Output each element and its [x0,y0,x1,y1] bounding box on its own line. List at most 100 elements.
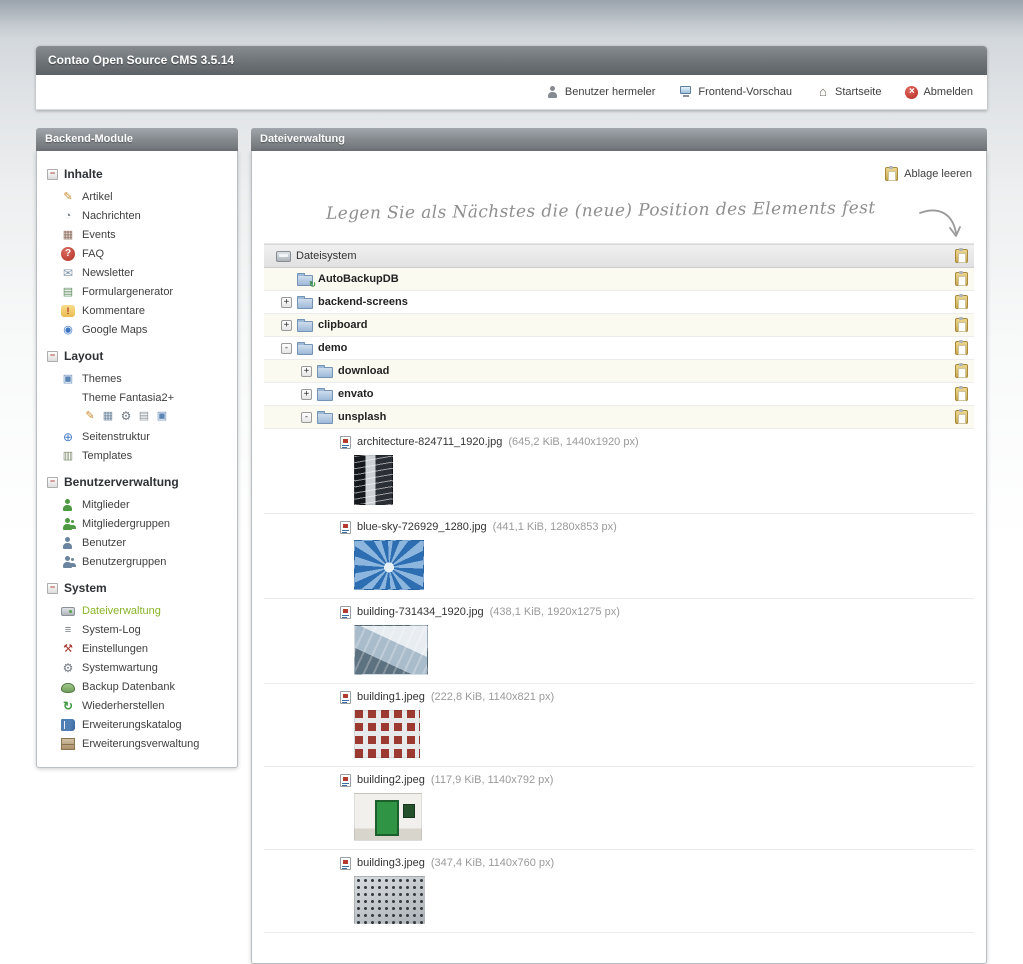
folder-label[interactable]: unsplash [338,411,386,423]
sidebar-item-theme-fantasia2[interactable]: Theme Fantasia2+ [47,388,229,407]
file-name[interactable]: building3.jpeg [357,857,425,869]
paste-icon[interactable] [955,295,968,309]
sidebar-item-label: Dateiverwaltung [82,605,161,617]
collapse-icon[interactable] [47,169,58,180]
sidebar-section-system: System Dateiverwaltung System-Log Einste… [45,581,229,753]
collapse-icon[interactable] [47,351,58,362]
folder-row-envato[interactable]: + envato [264,383,974,406]
sidebar-item-themes[interactable]: Themes [47,369,229,388]
expand-toggle[interactable]: + [301,366,312,377]
folder-row-autobackupdb[interactable]: AutoBackupDB [264,268,974,291]
paste-icon[interactable] [955,410,968,424]
sidebar-item-label: Formulargenerator [82,286,173,298]
expand-toggle[interactable]: - [281,343,292,354]
clear-clipboard-label: Ablage leeren [904,168,972,180]
paste-icon[interactable] [955,341,968,355]
folder-icon [317,390,333,401]
tree-root-row[interactable]: Dateisystem [264,244,974,268]
theme-tool-edit[interactable] [83,409,97,423]
sidebar-item-system-log[interactable]: System-Log [47,620,229,639]
user-group-icon [61,555,75,569]
theme-tool-page-layout[interactable] [137,409,151,423]
section-header[interactable]: System [47,581,229,595]
sidebar-item-wiederherstellen[interactable]: Wiederherstellen [47,696,229,715]
sidebar-item-templates[interactable]: Templates [47,446,229,465]
folder-label[interactable]: AutoBackupDB [318,273,399,285]
sidebar-item-artikel[interactable]: Artikel [47,187,229,206]
thumbnail-building1 [354,710,420,758]
file-tree: Dateisystem AutoBackupDB + backend-scree… [264,243,974,933]
nav-item-abmelden[interactable]: Abmelden [905,86,973,99]
file-name[interactable]: building-731434_1920.jpg [357,606,484,618]
theme-tool-css[interactable] [101,409,115,423]
content-columns: Backend-Module Inhalte Artikel Nachricht… [36,128,987,964]
sidebar-item-faq[interactable]: FAQ [47,244,229,263]
file-meta: (347,4 KiB, 1140x760 px) [431,857,554,869]
main-title: Dateiverwaltung [251,128,987,151]
folder-label[interactable]: backend-screens [318,296,408,308]
expand-toggle[interactable]: + [301,389,312,400]
expand-toggle[interactable]: - [301,412,312,423]
folder-icon [297,344,313,355]
sidebar-item-nachrichten[interactable]: Nachrichten [47,206,229,225]
paste-icon[interactable] [955,272,968,286]
nav-item-frontend-vorschau[interactable]: Frontend-Vorschau [679,85,792,99]
sidebar-item-label: Kommentare [82,305,145,317]
folder-row-clipboard[interactable]: + clipboard [264,314,974,337]
section-items: Themes Theme Fantasia2+ Seitenstruktur T… [45,369,229,465]
file-icon [340,521,351,534]
folder-row-demo[interactable]: - demo [264,337,974,360]
paste-icon[interactable] [955,387,968,401]
nav-item-benutzer-hermeler[interactable]: Benutzer hermeler [546,85,656,99]
folder-row-unsplash[interactable]: - unsplash [264,406,974,429]
sidebar-item-einstellungen[interactable]: Einstellungen [47,639,229,658]
paste-icon[interactable] [955,364,968,378]
sidebar-item-events[interactable]: Events [47,225,229,244]
folder-label[interactable]: envato [338,388,373,400]
sidebar-item-mitgliedergruppen[interactable]: Mitgliedergruppen [47,514,229,533]
file-name[interactable]: building2.jpeg [357,774,425,786]
section-header[interactable]: Benutzerverwaltung [47,475,229,489]
file-name[interactable]: building1.jpeg [357,691,425,703]
section-items: Artikel Nachrichten Events FAQ Newslette… [45,187,229,339]
expand-toggle[interactable]: + [281,320,292,331]
sidebar-item-mitglieder[interactable]: Mitglieder [47,495,229,514]
clear-clipboard-button[interactable]: Ablage leeren [264,159,974,185]
sidebar-item-erweiterungskatalog[interactable]: Erweiterungskatalog [47,715,229,734]
folder-label[interactable]: demo [318,342,347,354]
theme-tool-modules[interactable] [119,409,133,423]
sidebar-item-formulargenerator[interactable]: Formulargenerator [47,282,229,301]
folder-label[interactable]: clipboard [318,319,368,331]
nav-item-startseite[interactable]: Startseite [816,85,881,99]
sidebar-item-newsletter[interactable]: Newsletter [47,263,229,282]
paste-icon[interactable] [955,249,968,263]
paste-icon[interactable] [955,318,968,332]
file-meta: (438,1 KiB, 1920x1275 px) [490,606,620,618]
folder-label[interactable]: download [338,365,389,377]
collapse-icon[interactable] [47,583,58,594]
sidebar-item-google-maps[interactable]: Google Maps [47,320,229,339]
sidebar-item-label: Erweiterungsverwaltung [82,738,199,750]
sidebar-item-benutzer[interactable]: Benutzer [47,533,229,552]
sidebar-item-seitenstruktur[interactable]: Seitenstruktur [47,427,229,446]
folder-row-download[interactable]: + download [264,360,974,383]
templates-icon [61,449,75,463]
section-header[interactable]: Layout [47,349,229,363]
sidebar-item-dateiverwaltung[interactable]: Dateiverwaltung [47,601,229,620]
file-name[interactable]: architecture-824711_1920.jpg [357,436,502,448]
section-header[interactable]: Inhalte [47,167,229,181]
sidebar-item-systemwartung[interactable]: Systemwartung [47,658,229,677]
sidebar-item-benutzergruppen[interactable]: Benutzergruppen [47,552,229,571]
user-icon [546,85,560,99]
filesystem-icon [276,251,291,262]
nav-item-label: Abmelden [923,86,973,98]
faq-icon [61,247,75,261]
collapse-icon[interactable] [47,477,58,488]
sidebar-item-erweiterungsverwaltung[interactable]: Erweiterungsverwaltung [47,734,229,753]
file-name[interactable]: blue-sky-726929_1280.jpg [357,521,487,533]
expand-toggle[interactable]: + [281,297,292,308]
sidebar-item-kommentare[interactable]: Kommentare [47,301,229,320]
theme-tool-image-sizes[interactable] [155,409,169,423]
sidebar-item-backup-datenbank[interactable]: Backup Datenbank [47,677,229,696]
folder-row-backend-screens[interactable]: + backend-screens [264,291,974,314]
